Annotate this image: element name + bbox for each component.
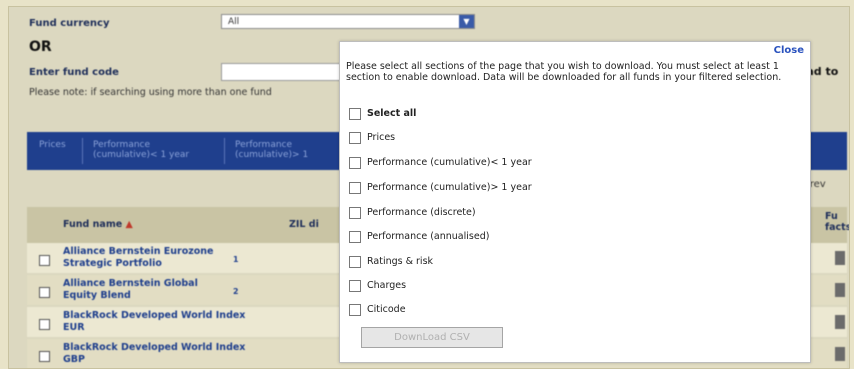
- tab-performance-cumulative-gt1[interactable]: Performance (cumulative)> 1: [235, 140, 308, 160]
- column-fund-name[interactable]: Fund name ▲: [63, 219, 133, 230]
- column-zil: ZIL di: [289, 219, 319, 230]
- option-label: Prices: [367, 132, 396, 143]
- fund-name-text: Alliance Bernstein Eurozone Strategic Po…: [63, 246, 214, 269]
- fund-footnote: 1: [233, 254, 239, 264]
- fund-name-text: Alliance Bernstein Global Equity Blend: [63, 278, 198, 301]
- option-label: Performance (cumulative)> 1 year: [367, 182, 532, 193]
- factsheet-icon[interactable]: [835, 251, 845, 265]
- fund-name-text: BlackRock Developed World Index GBP: [63, 342, 246, 365]
- fund-code-input[interactable]: [221, 63, 343, 81]
- download-instructions: Please select all sections of the page t…: [346, 61, 782, 83]
- tab-performance-cumulative-lt1[interactable]: Performance (cumulative)< 1 year: [93, 140, 189, 160]
- ratings-risk-checkbox[interactable]: [349, 256, 361, 268]
- row-checkbox[interactable]: [39, 351, 50, 362]
- factsheet-icon[interactable]: [835, 347, 845, 361]
- option-label: Performance (discrete): [367, 207, 476, 218]
- option-label: Citicode: [367, 304, 406, 315]
- tab-divider: [224, 138, 225, 164]
- performance-annualised-checkbox[interactable]: [349, 231, 361, 243]
- download-dialog: Close Please select all sections of the …: [339, 41, 811, 363]
- row-checkbox[interactable]: [39, 319, 50, 330]
- fund-name-link[interactable]: BlackRock Developed World Index EUR: [63, 310, 263, 334]
- tab-divider: [82, 138, 83, 164]
- chevron-down-icon: ▼: [459, 15, 474, 28]
- fund-name-link[interactable]: Alliance Bernstein Global Equity Blend 2: [63, 278, 239, 302]
- or-label: OR: [29, 39, 52, 55]
- performance-cumulative-lt1-checkbox[interactable]: [349, 157, 361, 169]
- search-note: Please note: if searching using more tha…: [29, 87, 272, 98]
- row-checkbox[interactable]: [39, 255, 50, 266]
- fund-footnote: 2: [233, 286, 239, 296]
- download-csv-button[interactable]: DownLoad CSV: [361, 327, 503, 348]
- performance-cumulative-gt1-checkbox[interactable]: [349, 182, 361, 194]
- fund-currency-value: All: [228, 17, 240, 27]
- fund-currency-label: Fund currency: [29, 18, 110, 29]
- citicode-checkbox[interactable]: [349, 304, 361, 316]
- sort-ascending-icon: ▲: [125, 219, 133, 230]
- close-link[interactable]: Close: [774, 45, 804, 56]
- factsheet-icon[interactable]: [835, 315, 845, 329]
- prices-checkbox[interactable]: [349, 132, 361, 144]
- fund-currency-select[interactable]: All ▼: [221, 14, 475, 29]
- fund-name-text: BlackRock Developed World Index EUR: [63, 310, 246, 333]
- performance-discrete-checkbox[interactable]: [349, 207, 361, 219]
- option-label: Charges: [367, 280, 407, 291]
- option-label: Performance (annualised): [367, 231, 490, 242]
- factsheet-icon[interactable]: [835, 283, 845, 297]
- charges-checkbox[interactable]: [349, 280, 361, 292]
- option-label: Performance (cumulative)< 1 year: [367, 157, 532, 168]
- column-fund-name-label: Fund name: [63, 219, 123, 230]
- fund-code-label: Enter fund code: [29, 67, 119, 78]
- column-factsheet: Fu facts: [825, 211, 850, 233]
- row-checkbox[interactable]: [39, 287, 50, 298]
- fund-name-link[interactable]: BlackRock Developed World Index GBP: [63, 342, 263, 366]
- tab-prices[interactable]: Prices: [39, 140, 66, 150]
- select-all-checkbox[interactable]: [349, 108, 361, 120]
- fund-name-link[interactable]: Alliance Bernstein Eurozone Strategic Po…: [63, 246, 239, 270]
- option-label: Ratings & risk: [367, 256, 434, 267]
- option-label: Select all: [367, 108, 417, 119]
- page-frame: Fund currency All ▼ OR Enter fund code P…: [8, 6, 850, 369]
